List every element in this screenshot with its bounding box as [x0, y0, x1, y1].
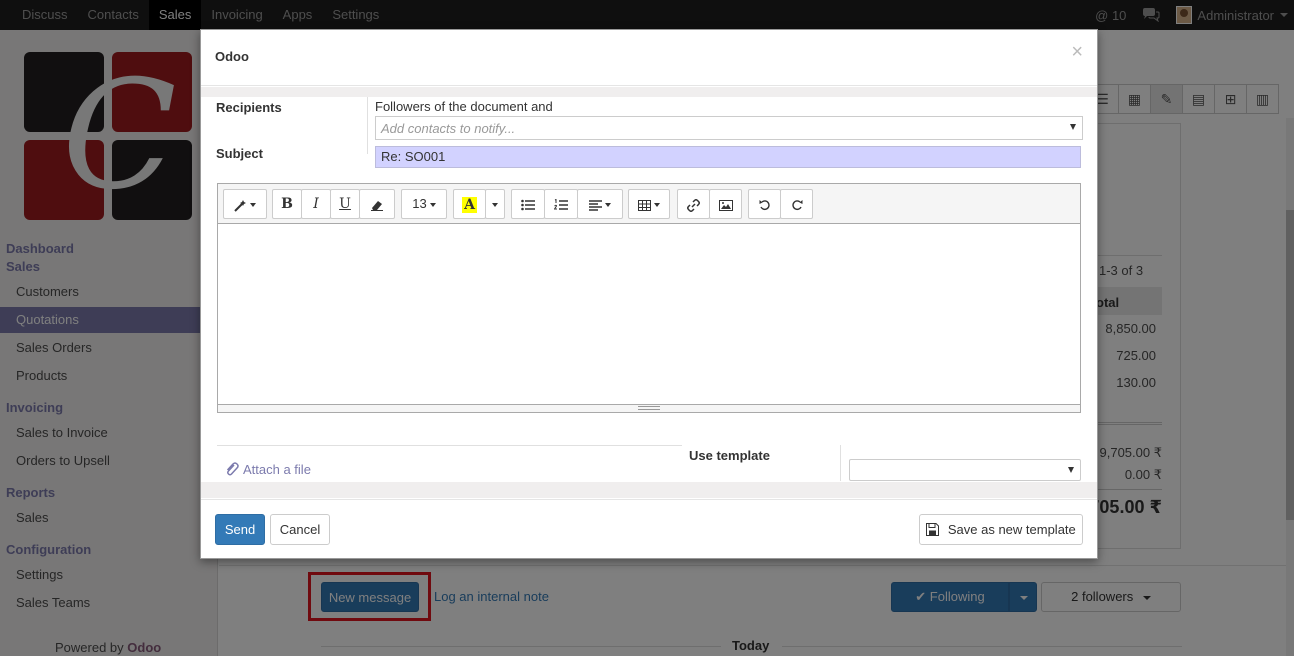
image-icon[interactable]	[709, 189, 742, 219]
contacts-input[interactable]: Add contacts to notify...	[375, 116, 1083, 140]
dialog-header: Odoo ×	[201, 30, 1097, 86]
italic-button[interactable]: I	[301, 189, 331, 219]
send-button[interactable]: Send	[215, 514, 265, 545]
body-editor[interactable]: B I U 13 A	[217, 183, 1081, 413]
dialog-title: Odoo	[215, 49, 249, 64]
subject-input[interactable]: Re: SO001	[375, 146, 1081, 168]
use-template-label: Use template	[689, 448, 770, 463]
save-as-template-button[interactable]: Save as new template	[919, 514, 1083, 545]
attach-file-button[interactable]: Attach a file	[225, 462, 311, 477]
dropdown-caret-icon[interactable]	[1068, 467, 1074, 473]
color-dropdown-button[interactable]	[485, 189, 505, 219]
dialog-body: Recipients Followers of the document and…	[201, 87, 1097, 498]
redo-icon[interactable]	[780, 189, 813, 219]
recipients-text: Followers of the document and	[375, 99, 553, 114]
subject-label: Subject	[216, 146, 263, 161]
template-select[interactable]	[849, 459, 1081, 481]
recipients-label: Recipients	[216, 100, 282, 115]
style-dropdown-button[interactable]	[223, 189, 267, 219]
bullet-list-icon[interactable]	[511, 189, 545, 219]
paperclip-icon	[226, 462, 239, 476]
link-icon[interactable]	[677, 189, 710, 219]
align-dropdown-icon[interactable]	[577, 189, 623, 219]
save-as-template-label: Save as new template	[947, 522, 1076, 537]
text-color-button[interactable]: A	[453, 189, 486, 219]
underline-button[interactable]: U	[330, 189, 360, 219]
compose-dialog: Odoo × Recipients Followers of the docum…	[200, 29, 1098, 559]
font-size-dropdown[interactable]: 13	[401, 189, 447, 219]
table-icon[interactable]	[628, 189, 670, 219]
editor-toolbar: B I U 13 A	[218, 184, 1080, 224]
close-icon[interactable]: ×	[1071, 42, 1083, 62]
dropdown-caret-icon[interactable]	[1070, 124, 1076, 130]
save-icon	[926, 523, 940, 536]
contacts-placeholder: Add contacts to notify...	[381, 121, 516, 136]
bold-button[interactable]: B	[272, 189, 302, 219]
numbered-list-icon[interactable]	[544, 189, 578, 219]
attach-file-label: Attach a file	[243, 462, 311, 477]
cancel-button[interactable]: Cancel	[270, 514, 330, 545]
font-color-icon: A	[462, 197, 477, 213]
compose-form: Recipients Followers of the document and…	[201, 97, 1097, 482]
magic-wand-icon	[234, 199, 246, 212]
font-size-value: 13	[412, 196, 427, 211]
editor-resize-handle[interactable]	[218, 404, 1080, 412]
undo-icon[interactable]	[748, 189, 781, 219]
eraser-icon[interactable]	[359, 189, 395, 219]
dialog-footer: Send Cancel Save as new template	[201, 499, 1097, 558]
